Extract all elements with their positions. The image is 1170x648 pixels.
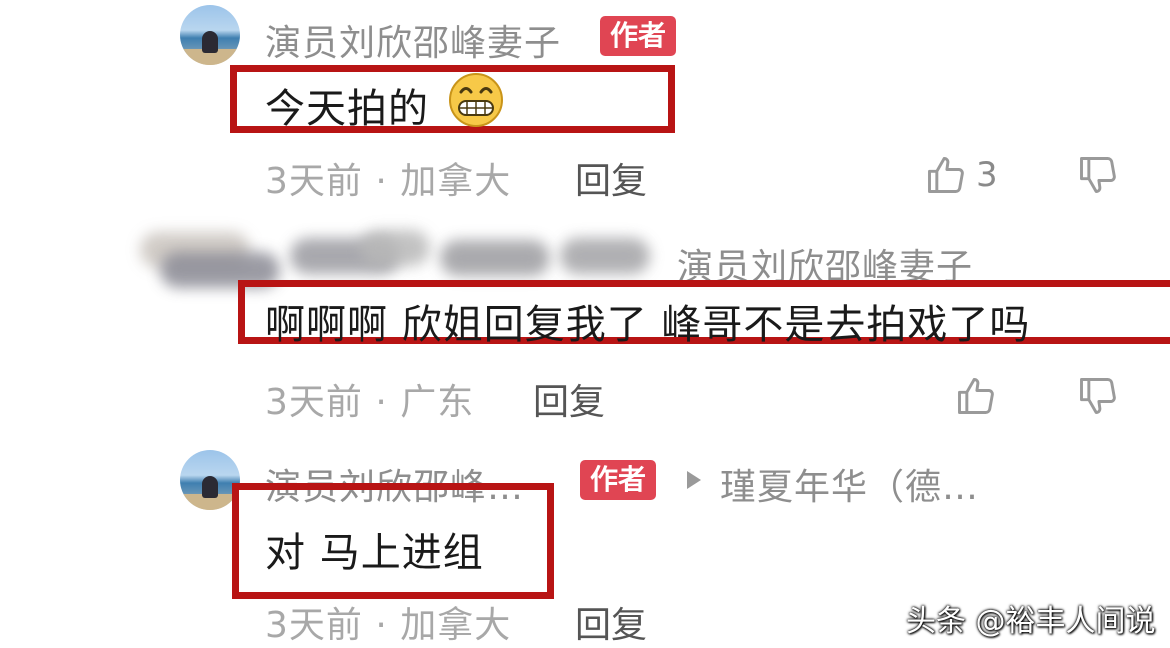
- grinning-face-emoji: [449, 73, 503, 127]
- play-arrow-icon: [687, 471, 701, 489]
- avatar[interactable]: [180, 450, 240, 510]
- comment-meta: 3天前 · 加拿大: [265, 605, 512, 646]
- comment-meta: 3天前 · 广东: [265, 382, 475, 423]
- comment-meta: 3天前 · 加拿大: [265, 161, 512, 202]
- comment-text: 对 马上进组: [265, 530, 484, 576]
- like-count: 3: [976, 155, 998, 195]
- author-badge: 作者: [600, 16, 677, 56]
- comment-author[interactable]: 演员刘欣邵峰妻子: [265, 14, 561, 66]
- thumbs-up-icon[interactable]: [924, 153, 968, 197]
- avatar[interactable]: [180, 5, 240, 65]
- reply-button[interactable]: 回复: [575, 596, 647, 648]
- thumbs-down-icon[interactable]: [1076, 374, 1120, 418]
- comment-text: 啊啊啊 欣姐回复我了 峰哥不是去拍戏了吗: [265, 302, 1031, 348]
- author-badge: 作者: [580, 460, 657, 500]
- thumbs-down-icon[interactable]: [1076, 153, 1120, 197]
- reply-button[interactable]: 回复: [575, 152, 647, 204]
- thumbs-up-icon[interactable]: [954, 374, 998, 418]
- comment-text: 今天拍的: [265, 86, 429, 132]
- watermark: 头条 @裕丰人间说: [906, 604, 1156, 639]
- reply-button[interactable]: 回复: [533, 373, 605, 425]
- reply-target-name[interactable]: 瑾夏年华（德…: [720, 458, 979, 510]
- redacted-username: [140, 228, 660, 288]
